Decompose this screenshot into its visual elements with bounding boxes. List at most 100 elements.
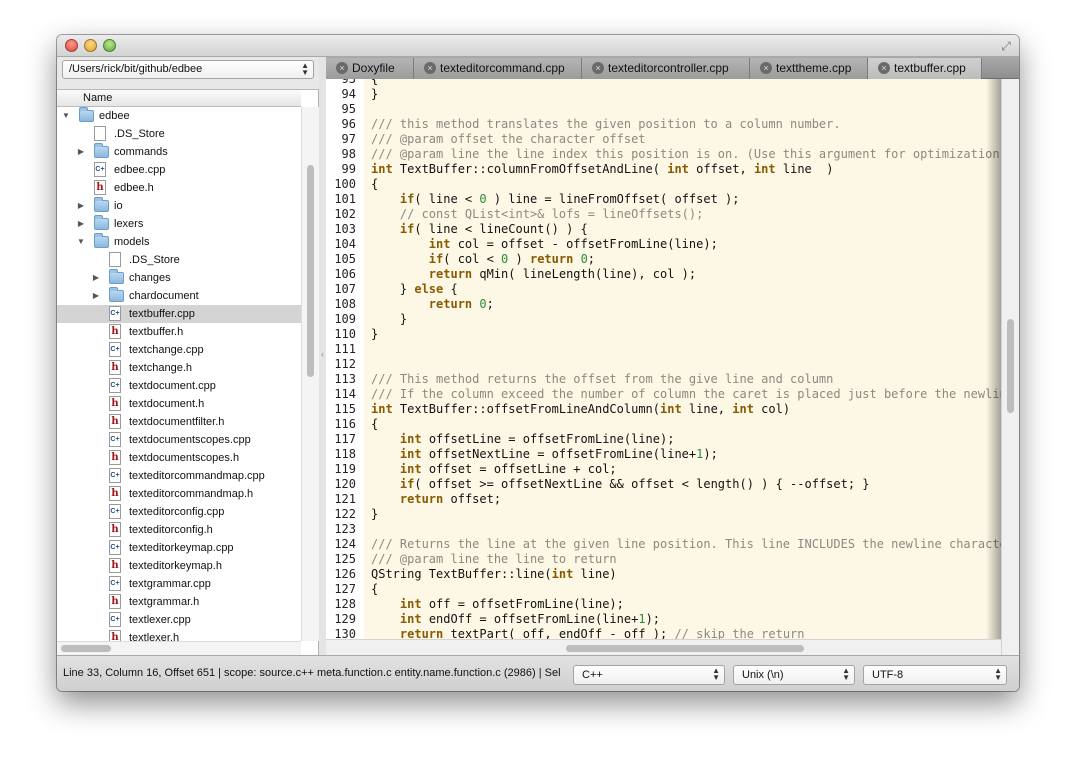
editor-tab[interactable]: × texteditorcontroller.cpp [582, 58, 750, 79]
code-line[interactable]: 112 [326, 357, 1001, 372]
disclosure-collapsed-icon[interactable]: ▶ [76, 143, 86, 161]
close-tab-icon[interactable]: × [760, 62, 772, 74]
code-line[interactable]: 119 int offset = offsetLine + col; [326, 462, 1001, 477]
tree-file-row[interactable]: h textchange.h [57, 359, 301, 377]
code-line[interactable]: 94} [326, 87, 1001, 102]
disclosure-collapsed-icon[interactable]: ▶ [91, 269, 101, 287]
disclosure-collapsed-icon[interactable]: ▶ [76, 215, 86, 233]
code-line[interactable]: 130 return textPart( off, endOff - off )… [326, 627, 1001, 639]
code-line[interactable]: 123 [326, 522, 1001, 537]
code-line[interactable]: 115 int TextBuffer::offsetFromLineAndColu… [326, 402, 1001, 417]
tree-file-row[interactable]: h textdocument.h [57, 395, 301, 413]
code-line[interactable]: 96 /// this method translates the given p… [326, 117, 1001, 132]
code-line[interactable]: 116 { [326, 417, 1001, 432]
close-window-button[interactable] [65, 39, 78, 52]
code-line[interactable]: 126 QString TextBuffer::line(int line) [326, 567, 1001, 582]
disclosure-expanded-icon[interactable]: ▼ [61, 107, 71, 125]
code-line[interactable]: 102 // const QList<int>& lofs = lineOffs… [326, 207, 1001, 222]
tree-folder-row[interactable]: ▼ edbee [57, 107, 301, 125]
tree-column-header[interactable]: Name [57, 90, 301, 107]
code-line[interactable]: 121 return offset; [326, 492, 1001, 507]
title-bar[interactable]: ⤢ [57, 35, 1019, 57]
code-line[interactable]: 103 if( line < lineCount() ) { [326, 222, 1001, 237]
tree-file-row[interactable]: h textgrammar.h [57, 593, 301, 611]
tree-folder-row[interactable]: ▶ changes [57, 269, 301, 287]
code-line[interactable]: 127 { [326, 582, 1001, 597]
code-line[interactable]: 100 { [326, 177, 1001, 192]
code-line[interactable]: 110} [326, 327, 1001, 342]
pane-splitter[interactable]: ‹ [319, 57, 326, 655]
close-tab-icon[interactable]: × [424, 62, 436, 74]
tree-folder-row[interactable]: ▶ chardocument [57, 287, 301, 305]
tree-file-row[interactable]: h textbuffer.h [57, 323, 301, 341]
code-editor[interactable]: 93{94} 95 96/// this method translates the… [326, 79, 1001, 639]
tree-file-row[interactable]: C+ textdocument.cpp [57, 377, 301, 395]
code-line[interactable]: 109 } [326, 312, 1001, 327]
editor-tab[interactable]: × texteditorcommand.cpp [414, 58, 582, 79]
tree-folder-row[interactable]: ▶ commands [57, 143, 301, 161]
code-line[interactable]: 95 [326, 102, 1001, 117]
tree-file-row[interactable]: .DS_Store [57, 125, 301, 143]
code-line[interactable]: 125 /// @param line the line to return [326, 552, 1001, 567]
editor-tab[interactable]: × textbuffer.cpp [868, 58, 982, 79]
tree-file-row[interactable]: h edbee.h [57, 179, 301, 197]
editor-vertical-scroll-thumb[interactable] [1007, 319, 1014, 413]
code-line[interactable]: 117 int offsetLine = offsetFromLine(line… [326, 432, 1001, 447]
code-line[interactable]: 120 if( offset >= offsetNextLine && offs… [326, 477, 1001, 492]
tree-file-row[interactable]: .DS_Store [57, 251, 301, 269]
tree-file-row[interactable]: h texteditorcommandmap.h [57, 485, 301, 503]
code-line[interactable]: 101 if( line < 0 ) line = lineFromOffset… [326, 192, 1001, 207]
tree-folder-row[interactable]: ▶ io [57, 197, 301, 215]
project-path-select[interactable]: /Users/rick/bit/github/edbee ▲ ▼ [62, 60, 314, 79]
disclosure-collapsed-icon[interactable]: ▶ [76, 197, 86, 215]
tree-file-row[interactable]: h texteditorconfig.h [57, 521, 301, 539]
disclosure-collapsed-icon[interactable]: ▶ [91, 287, 101, 305]
tree-file-row[interactable]: h texteditorkeymap.h [57, 557, 301, 575]
code-line[interactable]: 97 /// @param offset the character offset [326, 132, 1001, 147]
editor-horizontal-scroll-thumb[interactable] [566, 645, 804, 652]
tree-file-row[interactable]: C+ textdocumentscopes.cpp [57, 431, 301, 449]
code-line[interactable]: 104 int col = offset - offsetFromLine(li… [326, 237, 1001, 252]
code-line[interactable]: 105 if( col < 0 ) return 0; [326, 252, 1001, 267]
tree-file-row[interactable]: C+ textlexer.cpp [57, 611, 301, 629]
language-select[interactable]: C++ ▲ ▼ [573, 665, 725, 685]
tree-folder-row[interactable]: ▼ models [57, 233, 301, 251]
code-line[interactable]: 93 { [326, 79, 1001, 87]
close-tab-icon[interactable]: × [592, 62, 604, 74]
disclosure-expanded-icon[interactable]: ▼ [76, 233, 86, 251]
code-line[interactable]: 107 } else { [326, 282, 1001, 297]
tree-file-row[interactable]: C+ edbee.cpp [57, 161, 301, 179]
code-line[interactable]: 99 int TextBuffer::columnFromOffsetAndLin… [326, 162, 1001, 177]
encoding-select[interactable]: UTF-8 ▲ ▼ [863, 665, 1007, 685]
tree-horizontal-scrollbar[interactable] [57, 641, 301, 655]
code-line[interactable]: 122} [326, 507, 1001, 522]
tree-file-row[interactable]: C+ texteditorkeymap.cpp [57, 539, 301, 557]
code-line[interactable]: 113 /// This method returns the offset fr… [326, 372, 1001, 387]
tree-file-row[interactable]: C+ texteditorconfig.cpp [57, 503, 301, 521]
tree-vertical-scroll-thumb[interactable] [307, 165, 314, 377]
tree-file-row[interactable]: h textlexer.h [57, 629, 301, 641]
code-line[interactable]: 106 return qMin( lineLength(line), col )… [326, 267, 1001, 282]
editor-tab[interactable]: × Doxyfile [326, 58, 414, 79]
code-line[interactable]: 124 /// Returns the line at the given lin… [326, 537, 1001, 552]
tree-file-row[interactable]: C+ textbuffer.cpp [57, 305, 301, 323]
fullscreen-icon[interactable]: ⤢ [999, 39, 1013, 53]
code-line[interactable]: 108 return 0; [326, 297, 1001, 312]
line-ending-select[interactable]: Unix (\n) ▲ ▼ [733, 665, 855, 685]
editor-tab[interactable]: × texttheme.cpp [750, 58, 868, 79]
code-line[interactable]: 128 int off = offsetFromLine(line); [326, 597, 1001, 612]
tree-vertical-scrollbar[interactable] [301, 107, 319, 641]
editor-vertical-scrollbar[interactable] [1001, 79, 1019, 655]
tree-file-row[interactable]: h textdocumentfilter.h [57, 413, 301, 431]
tree-horizontal-scroll-thumb[interactable] [61, 645, 111, 652]
code-line[interactable]: 129 int endOff = offsetFromLine(line+1); [326, 612, 1001, 627]
tree-file-row[interactable]: C+ textgrammar.cpp [57, 575, 301, 593]
code-line[interactable]: 118 int offsetNextLine = offsetFromLine(… [326, 447, 1001, 462]
code-line[interactable]: 111 [326, 342, 1001, 357]
close-tab-icon[interactable]: × [336, 62, 348, 74]
tree-file-row[interactable]: C+ textchange.cpp [57, 341, 301, 359]
editor-horizontal-scrollbar[interactable] [326, 639, 1001, 655]
tree-folder-row[interactable]: ▶ lexers [57, 215, 301, 233]
minimize-window-button[interactable] [84, 39, 97, 52]
close-tab-icon[interactable]: × [878, 62, 890, 74]
